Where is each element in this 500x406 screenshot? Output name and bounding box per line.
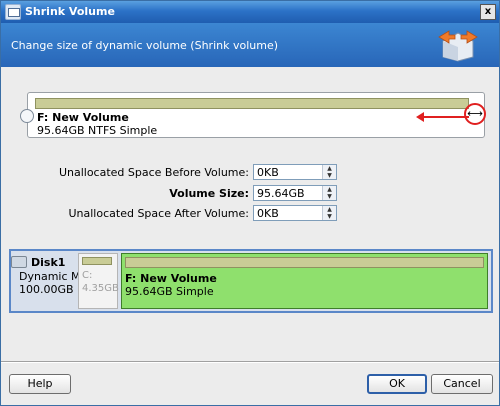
spin-up-icon[interactable]: ▲ [323,186,336,193]
volume-size-spin-buttons[interactable]: ▲ ▼ [322,186,336,200]
partition-f-name: F: New Volume [125,272,217,285]
spin-down-icon[interactable]: ▼ [323,193,336,200]
help-button-label: Help [27,377,53,390]
title-bar[interactable]: Shrink Volume x [1,1,499,23]
ok-button-label: OK [389,377,405,390]
volume-info: 95.64GB NTFS Simple [37,124,158,137]
page-subtitle: Change size of dynamic volume (Shrink vo… [11,39,279,52]
spin-up-icon[interactable]: ▲ [323,206,336,213]
cancel-button[interactable]: Cancel [431,374,493,394]
volume-size-spinner[interactable]: 95.64GB ▲ ▼ [253,185,337,201]
shrink-arrows-icon [438,30,478,62]
help-button[interactable]: Help [9,374,71,394]
header-band: Change size of dynamic volume (Shrink vo… [1,23,499,67]
disk-name: Disk1 [31,256,66,269]
close-button[interactable]: x [480,4,496,20]
after-space-spin-buttons[interactable]: ▲ ▼ [322,206,336,220]
ok-button[interactable]: OK [367,374,427,394]
cancel-button-label: Cancel [443,377,481,390]
partition-c-size: 4.35GB [82,283,119,294]
before-space-spin-buttons[interactable]: ▲ ▼ [322,165,336,179]
volume-size-value[interactable]: 95.64GB [257,187,305,200]
partition-c [78,253,118,309]
spin-up-icon[interactable]: ▲ [323,165,336,172]
window-title: Shrink Volume [25,5,115,18]
volume-usage-bar [35,98,469,109]
after-space-value[interactable]: 0KB [257,207,279,220]
disk-tool-icon [5,4,21,20]
volume-size-label: Volume Size: [169,187,249,200]
disk-size: 100.00GB [19,283,74,296]
volume-name: F: New Volume [37,111,129,124]
footer-divider [1,361,499,363]
spin-down-icon[interactable]: ▼ [323,172,336,179]
resize-handle-icon[interactable]: ⟷ [466,108,484,120]
spin-down-icon[interactable]: ▼ [323,213,336,220]
before-space-value[interactable]: 0KB [257,166,279,179]
after-space-label: Unallocated Space After Volume: [68,207,249,220]
hard-disk-icon [11,256,27,268]
partition-c-usage-bar [82,257,112,265]
after-space-spinner[interactable]: 0KB ▲ ▼ [253,205,337,221]
before-space-spinner[interactable]: 0KB ▲ ▼ [253,164,337,180]
partition-f-info: 95.64GB Simple [125,285,214,298]
shrink-direction-line [421,116,469,118]
shrink-volume-dialog: Shrink Volume x Change size of dynamic v… [0,0,500,406]
partition-c-name: C: [82,270,93,281]
partition-f-usage-bar [125,257,484,268]
volume-radio[interactable] [20,109,34,123]
before-space-label: Unallocated Space Before Volume: [58,166,249,179]
